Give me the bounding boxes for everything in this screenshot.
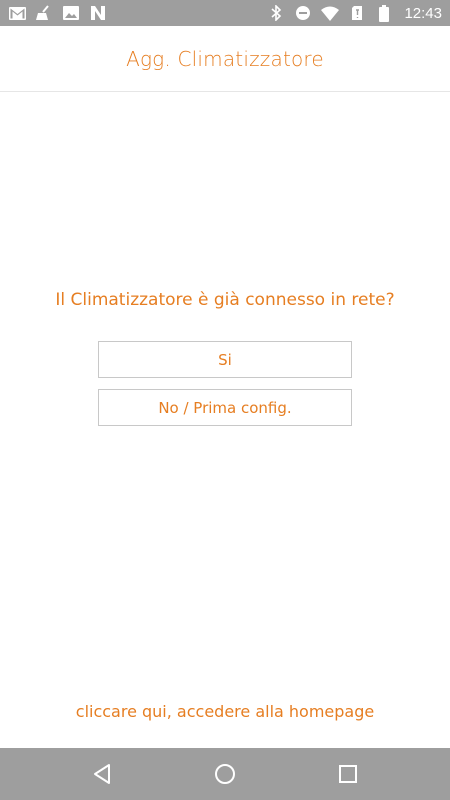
status-bar: 12:43 [0,0,450,26]
clock: 12:43 [404,4,442,22]
n-icon [89,5,107,21]
page-title: Agg. Climatizzatore [126,46,324,71]
yes-button[interactable]: Si [98,341,352,378]
do-not-disturb-icon [294,5,312,21]
no-sim-icon [348,5,366,21]
gmail-icon [8,5,26,21]
image-icon [62,5,80,21]
homepage-link[interactable]: cliccare qui, accedere alla homepage [0,702,450,721]
no-first-config-button[interactable]: No / Prima config. [98,389,352,426]
navigation-bar [0,748,450,800]
battery-icon [375,4,393,22]
home-icon[interactable] [205,754,245,794]
app-header: Agg. Climatizzatore [0,26,450,92]
wifi-icon [321,5,340,21]
connection-question: Il Climatizzatore è già connesso in rete… [55,290,395,310]
back-icon[interactable] [82,754,122,794]
cleaner-icon [35,5,53,21]
recents-icon[interactable] [328,754,368,794]
bluetooth-icon [267,5,285,21]
